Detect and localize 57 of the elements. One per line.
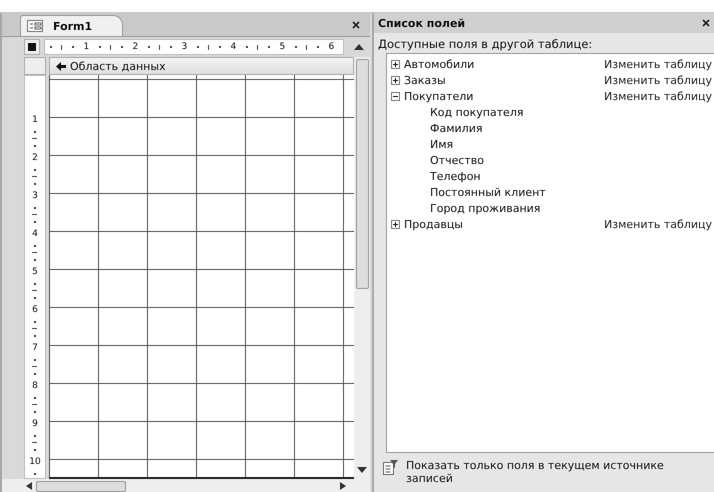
arrow-icon — [56, 62, 66, 70]
ruler-number: 6 — [32, 304, 38, 315]
vertical-scrollbar[interactable] — [354, 57, 370, 479]
ruler-number: 8 — [32, 380, 38, 391]
ruler-number: 7 — [32, 342, 38, 353]
close-icon[interactable] — [702, 19, 710, 27]
edit-table-link[interactable]: Изменить таблицу — [604, 218, 714, 230]
form-selector[interactable] — [24, 39, 40, 55]
table-name[interactable]: Заказы — [404, 74, 446, 86]
field-name[interactable]: Город проживания — [430, 202, 540, 214]
ruler-number: 3 — [181, 42, 188, 52]
filter-list-icon[interactable] — [382, 459, 398, 475]
list-caption: Доступные поля в другой таблице: — [377, 36, 594, 53]
edit-table-link[interactable]: Изменить таблицу — [604, 74, 714, 86]
ruler-number: 4 — [230, 42, 236, 52]
field-name[interactable]: Имя — [430, 138, 454, 150]
form-tab[interactable]: Form1 — [20, 15, 124, 36]
section-title: Область данных — [70, 60, 166, 72]
square-icon — [28, 43, 36, 51]
scroll-down-arrow-icon[interactable] — [357, 467, 367, 473]
field-name[interactable]: Фамилия — [430, 122, 482, 134]
scroll-right-arrow-icon[interactable] — [340, 482, 346, 490]
scroll-thumb[interactable] — [356, 59, 368, 289]
ruler-number: 6 — [328, 42, 334, 52]
filter-option-text[interactable]: Показать только поля в текущем источнике записей — [406, 459, 706, 485]
ruler-number: 5 — [279, 42, 286, 52]
ruler-number: 3 — [32, 190, 38, 201]
table-name[interactable]: Продавцы — [404, 218, 463, 230]
field-name[interactable]: Постоянный клиент — [430, 186, 546, 198]
panel-title: Список полей — [378, 16, 466, 30]
field-name[interactable]: Отчество — [430, 154, 484, 166]
ruler-number: 2 — [32, 152, 38, 163]
table-name[interactable]: Покупатели — [404, 90, 474, 102]
close-icon[interactable] — [352, 20, 360, 28]
ruler-number: 1 — [83, 42, 90, 52]
ruler-number: 1 — [32, 114, 38, 125]
ruler-number: 2 — [132, 42, 138, 52]
field-name[interactable]: Телефон — [430, 170, 481, 182]
expand-icon[interactable] — [391, 220, 400, 228]
scroll-up-arrow-icon[interactable] — [354, 44, 364, 50]
form-icon — [27, 20, 43, 32]
design-grid[interactable] — [49, 75, 354, 479]
collapse-icon[interactable] — [391, 92, 400, 100]
ruler-number: 4 — [32, 228, 38, 239]
section-header[interactable]: Область данных — [49, 57, 354, 75]
scroll-left-arrow-icon[interactable] — [26, 482, 32, 490]
field-name[interactable]: Код покупателя — [430, 106, 524, 118]
horizontal-scrollbar[interactable] — [2, 479, 370, 492]
ruler-number: 9 — [32, 418, 38, 429]
edit-table-link[interactable]: Изменить таблицу — [604, 58, 714, 70]
scroll-thumb[interactable] — [36, 480, 126, 492]
edit-table-link[interactable]: Изменить таблицу — [604, 90, 714, 102]
ruler-number: 10 — [29, 456, 41, 467]
expand-icon[interactable] — [391, 76, 400, 84]
table-name[interactable]: Автомобили — [404, 58, 474, 70]
ruler-number: 5 — [32, 266, 38, 277]
expand-icon[interactable] — [391, 60, 400, 68]
